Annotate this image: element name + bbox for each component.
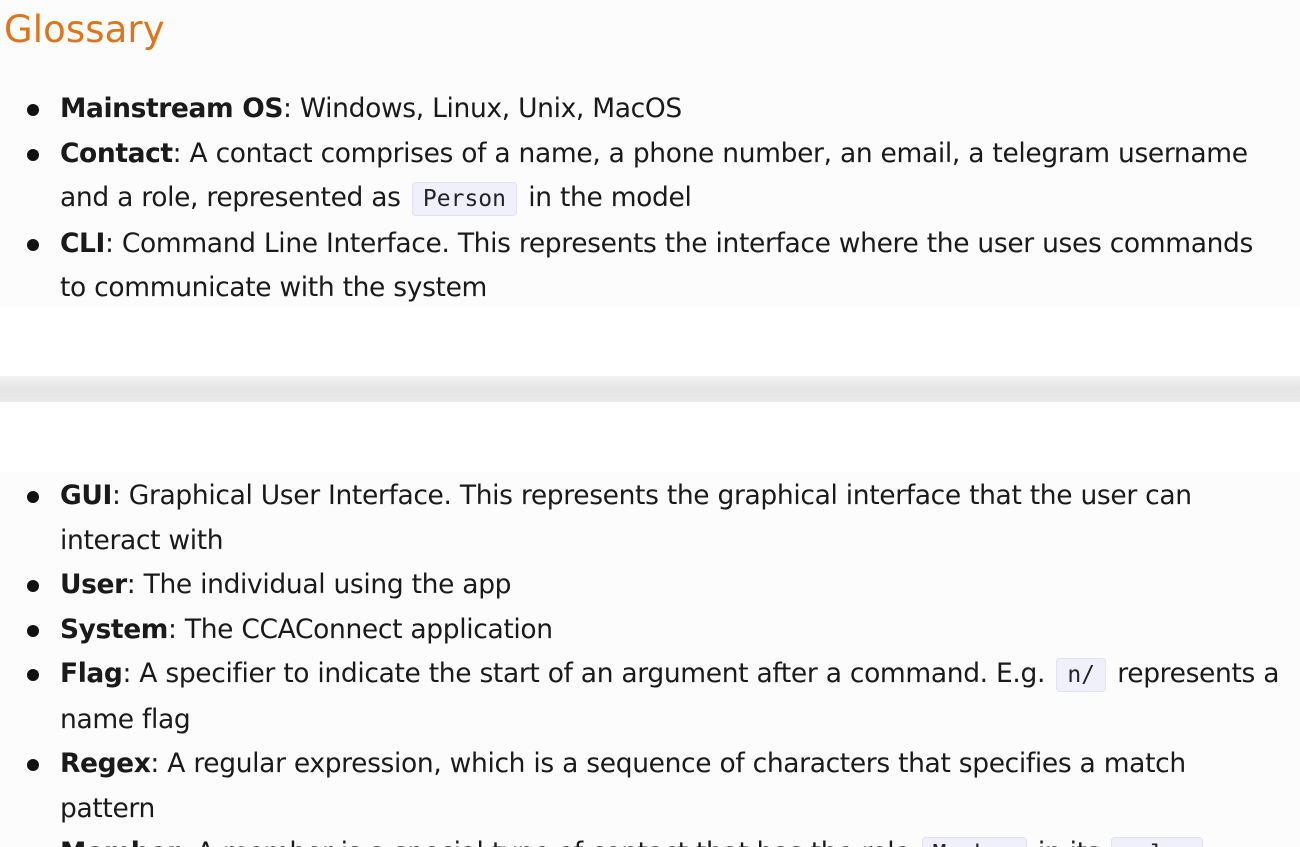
glossary-item-system: System: The CCAConnect application (0, 608, 1300, 653)
top-panel: Glossary Mainstream OS: Windows, Linux, … (0, 0, 1300, 307)
glossary-item-cli: CLI: Command Line Interface. This repres… (0, 222, 1300, 311)
glossary-definition-tail: in the model (520, 182, 692, 213)
glossary-definition: A specifier to indicate the start of an … (131, 658, 1054, 689)
glossary-list-part-2: GUI: Graphical User Interface. This repr… (0, 474, 1300, 847)
document-page: Glossary Mainstream OS: Windows, Linux, … (0, 0, 1300, 847)
section-divider (0, 376, 1300, 402)
bullet-icon (27, 491, 39, 503)
term-separator: : (111, 480, 121, 511)
glossary-item-contact: Contact: A contact comprises of a name, … (0, 132, 1300, 222)
inline-code-member: Member (921, 837, 1027, 847)
bullet-icon (27, 669, 39, 681)
bullet-icon (27, 148, 39, 161)
inline-code-person: Person (411, 182, 517, 216)
glossary-definition: Windows, Linux, Unix, MacOS (291, 93, 682, 124)
glossary-definition: A member is a special type of contact th… (188, 837, 918, 847)
glossary-definition: Command Line Interface. This represents … (60, 227, 1253, 304)
glossary-item-flag: Flag: A specifier to indicate the start … (0, 652, 1300, 742)
term-separator: : (122, 658, 132, 689)
glossary-term: Regex (60, 748, 151, 779)
term-separator: : (168, 613, 177, 645)
glossary-definition-middle: in its (1030, 837, 1109, 847)
term-separator: : (180, 837, 189, 847)
glossary-term: Mainstream OS (60, 93, 284, 124)
glossary-item-gui: GUI: Graphical User Interface. This repr… (0, 474, 1300, 563)
glossary-term: GUI (60, 480, 112, 511)
glossary-term: System (60, 613, 168, 645)
inline-code-name-flag: n/ (1056, 658, 1107, 692)
glossary-definition: The individual using the app (135, 569, 512, 600)
bullet-icon (27, 580, 39, 592)
bullet-icon (27, 624, 39, 637)
glossary-definition: The CCAConnect application (176, 613, 553, 645)
term-separator: : (150, 748, 160, 779)
glossary-term: Member (60, 837, 180, 847)
bullet-icon (27, 238, 39, 251)
inline-code-roles: roles (1111, 837, 1203, 847)
glossary-term: User (60, 569, 127, 600)
term-separator: : (105, 227, 114, 259)
bullet-icon (27, 759, 39, 771)
glossary-term: Contact (60, 137, 173, 169)
glossary-item-user: User: The individual using the app (0, 563, 1300, 608)
glossary-term: CLI (60, 227, 105, 259)
page-title: Glossary (4, 8, 165, 51)
glossary-item-member: Member: A member is a special type of co… (0, 831, 1300, 847)
glossary-item-mainstream-os: Mainstream OS: Windows, Linux, Unix, Mac… (0, 87, 1300, 132)
glossary-definition: Graphical User Interface. This represent… (60, 480, 1192, 556)
bullet-icon (27, 104, 39, 116)
glossary-definition: A regular expression, which is a sequenc… (60, 748, 1186, 824)
glossary-item-regex: Regex: A regular expression, which is a … (0, 742, 1300, 831)
term-separator: : (283, 93, 292, 124)
glossary-term: Flag (60, 658, 123, 689)
glossary-list-part-1: Mainstream OS: Windows, Linux, Unix, Mac… (0, 87, 1300, 311)
term-separator: : (172, 137, 182, 169)
